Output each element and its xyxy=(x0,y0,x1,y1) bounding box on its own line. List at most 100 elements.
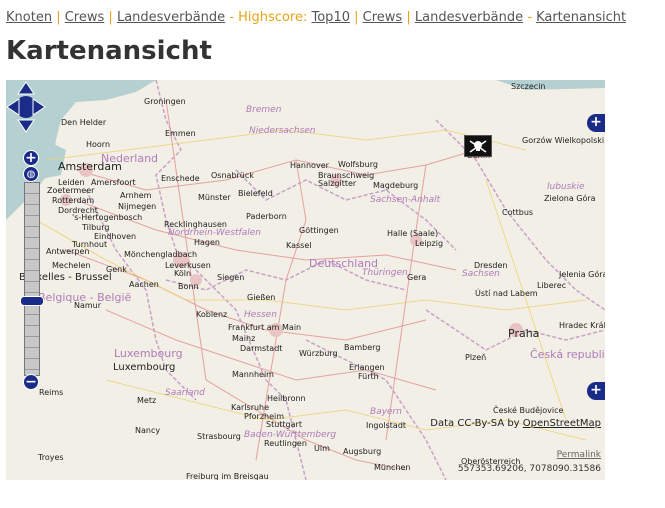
place-label: Frankfurt am Main xyxy=(228,323,302,332)
place-label: Cottbus xyxy=(502,208,534,217)
place-label: Karlsruhe xyxy=(231,403,270,412)
place-label: Gießen xyxy=(247,293,276,302)
nav-link-crews[interactable]: Crews xyxy=(65,10,105,25)
place-label: Göttingen xyxy=(299,226,339,235)
place-label: Plzeň xyxy=(465,353,487,362)
place-label: Gorzów Wielkopolski xyxy=(522,136,605,145)
place-label: Erlangen xyxy=(349,363,385,372)
zoom-slider[interactable] xyxy=(20,296,44,306)
place-label: Szczecin xyxy=(511,82,546,91)
place-label: Sachsen xyxy=(462,269,500,279)
place-label: Hagen xyxy=(194,238,220,247)
place-label: Mechelen xyxy=(52,261,91,270)
place-label: Tilburg xyxy=(82,223,110,232)
zoom-world-icon[interactable]: ◍ xyxy=(23,166,39,182)
place-label: Magdeburg xyxy=(373,181,419,190)
place-label: Hessen xyxy=(244,310,277,320)
place-label: Stuttgart xyxy=(266,420,302,429)
nav-separator: - xyxy=(229,10,235,25)
place-label: Arnhem xyxy=(120,191,152,200)
pan-control[interactable] xyxy=(6,80,46,134)
place-label: Kassel xyxy=(286,241,312,250)
place-label: Den Helder xyxy=(61,118,107,127)
attribution-text: Data CC-By-SA by xyxy=(430,418,520,429)
permalink-link[interactable]: Permalink xyxy=(557,450,601,460)
place-label: Hradec Králové xyxy=(559,321,605,330)
place-label: Fürth xyxy=(358,372,379,381)
place-label: Mannheim xyxy=(232,370,274,379)
place-label: Ingolstadt xyxy=(366,421,407,430)
nav-link-knoten[interactable]: Knoten xyxy=(6,10,52,25)
place-label: Bielefeld xyxy=(238,189,273,198)
place-label: Groningen xyxy=(144,97,186,106)
zoom-bar[interactable] xyxy=(24,182,40,376)
place-label: Mainz xyxy=(232,334,256,343)
openstreetmap-link[interactable]: OpenStreetMap xyxy=(523,418,601,429)
place-label: 's-Hertogenbosch xyxy=(72,213,143,222)
place-label: Nordrhein-Westfalen xyxy=(168,228,261,238)
nav-separator: | xyxy=(406,10,411,25)
page-title: Kartenansicht xyxy=(6,36,212,66)
place-label: Praha xyxy=(508,327,540,340)
place-label: Jelenia Góra xyxy=(559,270,605,279)
place-label: Darmstadt xyxy=(240,344,283,353)
nav-link-landesverbaende[interactable]: Landesverbände xyxy=(117,10,225,25)
place-label: Sachsen-Anhalt xyxy=(370,195,441,205)
place-label: Troyes xyxy=(38,453,64,462)
place-label: Zoetermeer xyxy=(47,186,95,195)
place-label: Augsburg xyxy=(343,447,382,456)
place-label: Halle (Saale) xyxy=(387,229,439,238)
place-label: Wolfsburg xyxy=(338,160,378,169)
place-label: Amersfoort xyxy=(91,178,136,187)
nav-separator: - xyxy=(527,10,532,25)
place-label: Freiburg im Breisgau xyxy=(186,472,269,480)
place-label: Salzgitter xyxy=(318,179,357,188)
place-label: Hannover xyxy=(290,161,329,170)
place-label: Luxembourg xyxy=(114,347,183,360)
place-label: Thüringen xyxy=(362,268,408,278)
place-label: Metz xyxy=(137,396,157,405)
place-label: Ulm xyxy=(314,444,330,453)
place-label: Koblenz xyxy=(196,310,228,319)
place-label: Bamberg xyxy=(344,343,381,352)
map-attribution: Data CC-By-SA by OpenStreetMap xyxy=(430,418,601,429)
zoom-in-button[interactable]: + xyxy=(23,150,39,166)
nav-link-kartenansicht[interactable]: Kartenansicht xyxy=(536,10,626,25)
place-label: Heilbronn xyxy=(267,394,306,403)
place-label: Bremen xyxy=(246,105,282,115)
place-label: Namur xyxy=(74,301,102,310)
place-label: Paderborn xyxy=(246,212,287,221)
place-label: Siegen xyxy=(217,273,245,282)
layer-switcher-button[interactable]: + xyxy=(587,114,605,132)
map-viewport[interactable]: Groningen Den Helder Emmen Bremen Nieder… xyxy=(6,80,605,480)
place-label: České Budějovice xyxy=(493,406,564,415)
place-label: Osnabrück xyxy=(211,171,254,180)
zoom-out-button[interactable]: − xyxy=(23,374,39,390)
place-label: Emmen xyxy=(165,129,196,138)
place-label: Amsterdam xyxy=(58,160,122,173)
layer-switcher-button[interactable]: + xyxy=(587,382,605,400)
place-label: Reims xyxy=(39,388,64,397)
nav-highscore-label: Highscore: xyxy=(238,10,308,25)
place-label: Köln xyxy=(174,269,192,278)
nav-link-landesverbaende-highscore[interactable]: Landesverbände xyxy=(415,10,523,25)
node-marker[interactable] xyxy=(464,135,492,157)
place-label: Bonn xyxy=(178,282,199,291)
place-label: Bayern xyxy=(370,407,402,417)
pirate-flag-icon xyxy=(469,140,487,153)
place-label: Česká republika xyxy=(530,348,605,361)
mouse-coordinates: 557353.69206, 7078090.31586 xyxy=(457,464,601,474)
place-label: Saarland xyxy=(165,388,205,398)
place-label: lubuskie xyxy=(547,182,585,192)
nav-link-top10[interactable]: Top10 xyxy=(312,10,350,25)
top-navigation: Knoten | Crews | Landesverbände - Highsc… xyxy=(6,10,626,25)
place-label: Liberec xyxy=(537,281,567,290)
place-label: Rotterdam xyxy=(52,196,95,205)
place-label: Münster xyxy=(198,193,231,202)
nav-separator: | xyxy=(354,10,359,25)
place-label: Antwerpen xyxy=(46,247,90,256)
place-label: Reutlingen xyxy=(264,439,307,448)
nav-separator: | xyxy=(108,10,113,25)
nav-link-crews-highscore[interactable]: Crews xyxy=(363,10,403,25)
place-label: Enschede xyxy=(161,174,200,183)
